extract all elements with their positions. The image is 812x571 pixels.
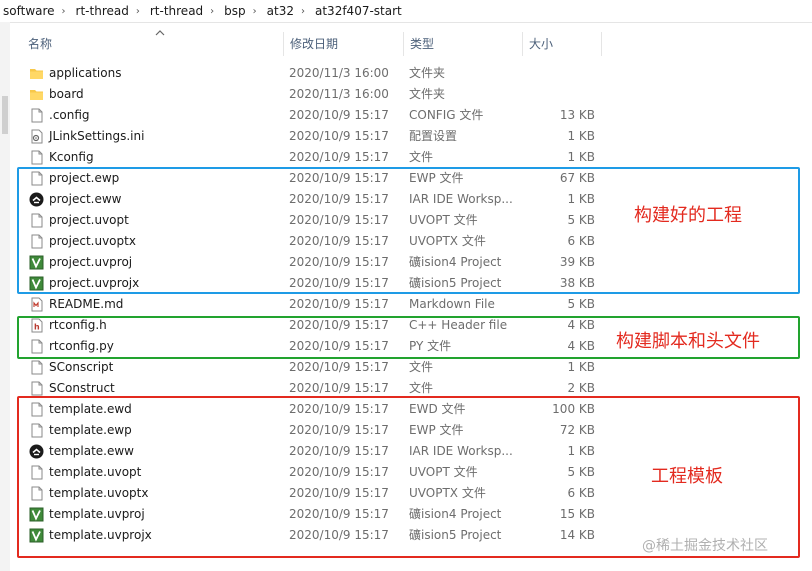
file-name: .config [49, 108, 90, 122]
folder-icon [29, 66, 44, 81]
file-row[interactable]: board 2020/11/3 16:00 文件夹 [0, 84, 812, 105]
markdown-file-icon [29, 297, 44, 312]
file-name: README.md [49, 297, 124, 311]
file-name: board [49, 87, 84, 101]
file-icon [29, 360, 44, 375]
file-modified-date: 2020/10/9 15:17 [289, 108, 389, 122]
column-header-size[interactable]: 大小 [523, 32, 602, 56]
breadcrumb-item[interactable]: rt-thread [146, 4, 207, 18]
file-modified-date: 2020/10/9 15:17 [289, 297, 389, 311]
file-size: 1 KB [567, 150, 595, 164]
file-type: 文件夹 [409, 87, 446, 101]
breadcrumb: software › rt-thread › rt-thread › bsp › at32 › at… [0, 0, 812, 23]
file-row[interactable]: applications 2020/11/3 16:00 文件夹 [0, 63, 812, 84]
settings-file-icon [29, 129, 44, 144]
file-row[interactable]: .config 2020/10/9 15:17 CONFIG 文件 13 KB [0, 105, 812, 126]
file-name: JLinkSettings.ini [49, 129, 145, 143]
column-header: 名称 修改日期 类型 大小 [12, 30, 612, 56]
file-name: applications [49, 66, 122, 80]
breadcrumb-item[interactable]: rt-thread [72, 4, 133, 18]
file-size: 1 KB [567, 360, 595, 374]
file-type: 文件 [409, 150, 434, 164]
file-row[interactable]: JLinkSettings.ini 2020/10/9 15:17 配置设置 1 KB [0, 126, 812, 147]
file-type: Markdown File [409, 297, 495, 311]
file-name: SConscript [49, 360, 114, 374]
breadcrumb-item[interactable]: bsp [220, 4, 250, 18]
chevron-right-icon[interactable]: › [207, 6, 220, 17]
file-type: 文件夹 [409, 66, 446, 80]
file-type: 文件 [409, 360, 434, 374]
file-icon [29, 150, 44, 165]
file-type: 配置设置 [409, 129, 458, 143]
chevron-right-icon[interactable]: › [250, 6, 263, 17]
file-modified-date: 2020/10/9 15:17 [289, 150, 389, 164]
file-type: CONFIG 文件 [409, 108, 484, 122]
project-files-annotation: 构建好的工程 [634, 205, 742, 226]
file-modified-date: 2020/11/3 16:00 [289, 66, 389, 80]
folder-icon [29, 87, 44, 102]
column-header-date[interactable]: 修改日期 [284, 32, 404, 56]
file-icon [29, 381, 44, 396]
file-icon [29, 108, 44, 123]
project-files-highlight-box [17, 167, 800, 294]
chevron-right-icon[interactable]: › [59, 6, 72, 17]
file-row[interactable]: Kconfig 2020/10/9 15:17 文件 1 KB [0, 147, 812, 168]
column-header-type[interactable]: 类型 [404, 32, 523, 56]
file-size: 5 KB [567, 297, 595, 311]
file-modified-date: 2020/10/9 15:17 [289, 360, 389, 374]
watermark: @稀土掘金技术社区 [642, 538, 768, 554]
file-size: 1 KB [567, 129, 595, 143]
breadcrumb-item[interactable]: at32f407-start [311, 4, 406, 18]
chevron-right-icon[interactable]: › [298, 6, 311, 17]
file-row[interactable]: README.md 2020/10/9 15:17 Markdown File 5 K… [0, 294, 812, 315]
file-row[interactable]: SConscript 2020/10/9 15:17 文件 1 KB [0, 357, 812, 378]
breadcrumb-item[interactable]: software [0, 4, 59, 18]
breadcrumb-item[interactable]: at32 [263, 4, 298, 18]
template-files-annotation: 工程模板 [651, 466, 723, 487]
build-scripts-annotation: 构建脚本和头文件 [616, 331, 760, 352]
file-modified-date: 2020/11/3 16:00 [289, 87, 389, 101]
file-size: 13 KB [559, 108, 595, 122]
file-modified-date: 2020/10/9 15:17 [289, 129, 389, 143]
file-name: Kconfig [49, 150, 94, 164]
column-header-name[interactable]: 名称 [22, 32, 284, 56]
chevron-right-icon[interactable]: › [133, 6, 146, 17]
